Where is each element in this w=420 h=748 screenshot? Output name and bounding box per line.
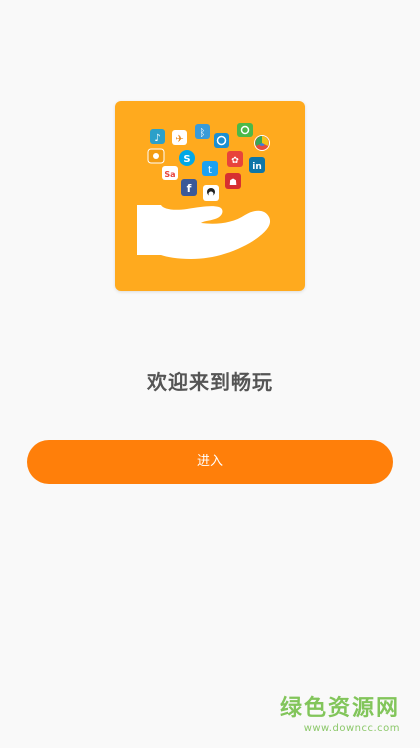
svg-text:ᛒ: ᛒ <box>200 128 206 139</box>
svg-text:☗: ☗ <box>229 178 237 188</box>
svg-text:✈: ✈ <box>175 134 183 145</box>
app-logo: ♪ ✈ ᛒ S t ✿ in Sa f ☗ <box>115 101 305 291</box>
svg-text:♪: ♪ <box>154 133 160 144</box>
svg-text:S: S <box>183 154 190 165</box>
welcome-title: 欢迎来到畅玩 <box>147 370 273 394</box>
watermark-url: www.downcc.com <box>303 723 400 734</box>
hand-with-app-icons-icon: ♪ ✈ ᛒ S t ✿ in Sa f ☗ <box>137 123 271 259</box>
svg-text:✿: ✿ <box>231 156 239 166</box>
watermark: 绿色资源网 www.downcc.com <box>280 696 400 736</box>
svg-text:t: t <box>208 165 212 176</box>
svg-text:Sa: Sa <box>164 170 175 179</box>
watermark-title: 绿色资源网 <box>279 696 400 721</box>
svg-text:in: in <box>252 162 262 172</box>
enter-button[interactable]: 进入 <box>27 440 393 484</box>
svg-text:f: f <box>187 182 192 195</box>
